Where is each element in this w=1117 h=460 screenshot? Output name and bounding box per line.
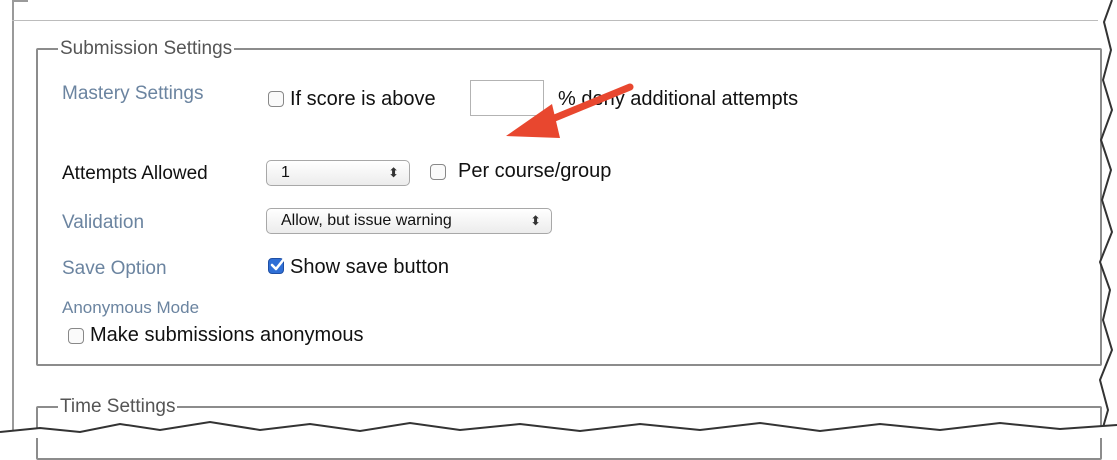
anonymous-checkbox-label: Make submissions anonymous (90, 324, 364, 346)
submission-settings-legend: Submission Settings (60, 38, 233, 59)
time-settings-group: Time Settings (36, 396, 1102, 460)
attempts-allowed-label: Attempts Allowed (62, 163, 208, 184)
mastery-suffix-text: % deny additional attempts (558, 88, 799, 110)
mastery-checkbox[interactable] (268, 91, 284, 107)
per-course-checkbox[interactable] (430, 164, 446, 180)
save-option-label: Save Option (62, 258, 167, 279)
outer-panel-border (12, 0, 14, 438)
select-arrows-icon: ⬍ (388, 165, 399, 180)
mastery-checkbox-label: If score is above (290, 88, 436, 110)
save-option-checkbox[interactable] (268, 257, 286, 274)
save-option-checkbox-label: Show save button (290, 256, 449, 278)
validation-label: Validation (62, 212, 145, 233)
mastery-score-input[interactable] (470, 80, 544, 116)
per-course-label: Per course/group (458, 160, 612, 182)
anonymous-mode-label: Anonymous Mode (62, 298, 200, 317)
checkmark-icon (270, 257, 286, 271)
time-settings-legend: Time Settings (60, 396, 176, 417)
attempts-select[interactable]: 1 ⬍ (266, 160, 410, 186)
attempts-select-value: 1 (281, 164, 290, 181)
anonymous-checkbox[interactable] (68, 328, 84, 344)
outer-panel-tick (12, 0, 28, 2)
outer-panel-top-border (12, 20, 1098, 21)
validation-select-value: Allow, but issue warning (281, 212, 452, 229)
validation-select[interactable]: Allow, but issue warning ⬍ (266, 208, 552, 234)
settings-screenshot: Submission Settings Mastery Settings If … (0, 0, 1117, 460)
select-arrows-icon: ⬍ (530, 213, 541, 228)
mastery-settings-label: Mastery Settings (62, 83, 204, 104)
